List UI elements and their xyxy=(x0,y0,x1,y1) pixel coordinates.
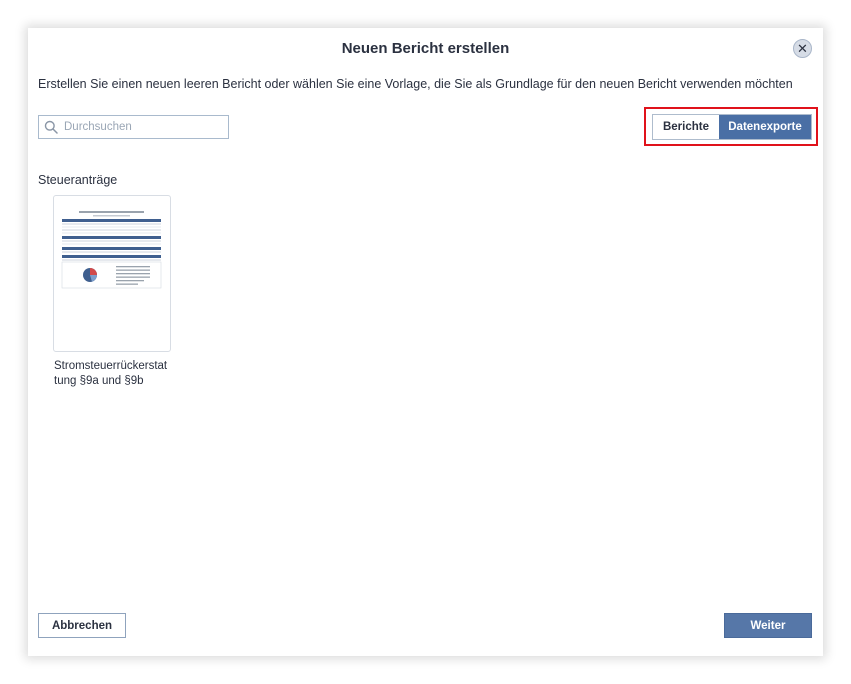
toggle-option-berichte[interactable]: Berichte xyxy=(653,115,719,139)
search-icon xyxy=(44,120,58,134)
report-type-toggle[interactable]: Berichte Datenexporte xyxy=(652,114,812,140)
dialog-title: Neuen Bericht erstellen xyxy=(341,40,510,57)
search-field[interactable] xyxy=(38,115,229,139)
create-report-dialog: Neuen Bericht erstellen ✕ Erstellen Sie … xyxy=(28,28,823,656)
toggle-option-datenexporte[interactable]: Datenexporte xyxy=(719,115,811,139)
template-card[interactable] xyxy=(53,195,171,352)
cancel-button[interactable]: Abbrechen xyxy=(38,613,126,638)
close-button[interactable]: ✕ xyxy=(793,39,812,58)
close-icon: ✕ xyxy=(797,41,808,56)
next-button[interactable]: Weiter xyxy=(724,613,812,638)
search-input[interactable] xyxy=(64,116,224,138)
section-label: Steueranträge xyxy=(38,173,118,187)
dialog-subtitle: Erstellen Sie einen neuen leeren Bericht… xyxy=(38,77,793,91)
template-thumbnail xyxy=(61,209,162,293)
template-card-label[interactable]: Stromsteuerrückerstattung §9a und §9b xyxy=(54,359,169,389)
